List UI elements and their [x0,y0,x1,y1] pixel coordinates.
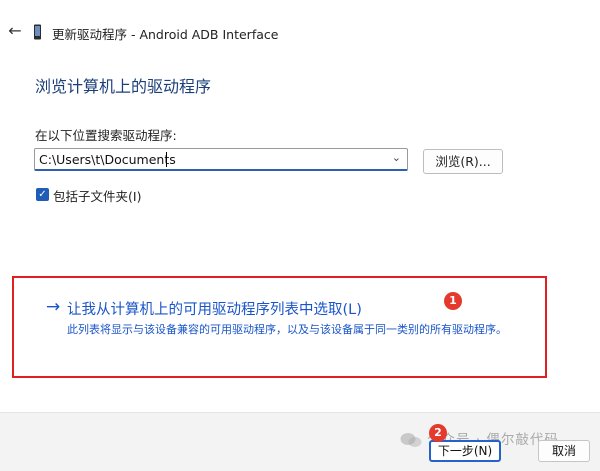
pick-from-list-description: 此列表将显示与该设备兼容的可用驱动程序，以及与该设备属于同一类别的所有驱动程序。 [67,323,507,336]
pick-from-list-link[interactable]: 让我从计算机上的可用驱动程序列表中选取(L) [67,298,362,319]
annotation-badge-2: 2 [429,424,447,442]
back-arrow-icon[interactable]: ← [6,22,24,40]
chevron-down-icon[interactable]: ⌄ [392,151,401,164]
device-icon [34,24,41,40]
annotation-badge-1: 1 [444,292,462,310]
search-location-label: 在以下位置搜索驱动程序: [35,128,177,143]
browse-button[interactable]: 浏览(R)... [423,149,503,174]
window-title: 更新驱动程序 - Android ADB Interface [52,27,279,42]
text-caret [166,152,167,167]
include-subfolders-label[interactable]: 包括子文件夹(I) [53,186,141,205]
next-button[interactable]: 下一步(N) [429,440,501,462]
cancel-button[interactable]: 取消 [538,440,590,462]
page-heading: 浏览计算机上的驱动程序 [35,77,212,96]
path-combobox[interactable]: C:\Users\t\Documents ⌄ [34,148,408,171]
path-input[interactable]: C:\Users\t\Documents [39,152,176,167]
wechat-icon [400,433,422,447]
include-subfolders-checkbox[interactable]: ✓ [36,188,49,201]
title-bar: ← 更新驱动程序 - Android ADB Interface [0,0,600,62]
arrow-right-icon[interactable]: → [46,297,60,317]
